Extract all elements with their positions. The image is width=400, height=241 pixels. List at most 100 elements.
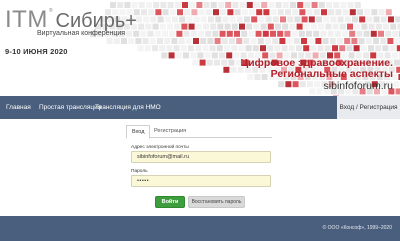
banner-grid-cell [353, 45, 360, 52]
banner-grid-cell [285, 9, 291, 16]
banner-grid-cell [239, 23, 245, 30]
email-field[interactable] [131, 151, 271, 163]
banner-grid-cell [169, 9, 176, 16]
banner-grid-cell [233, 52, 240, 59]
banner-grid-cell [275, 2, 282, 8]
password-field[interactable] [131, 175, 271, 187]
banner-grid-cell [363, 30, 370, 37]
banner-grid-cell [210, 2, 217, 8]
banner-grid-cell [155, 9, 162, 16]
banner-grid-cell [138, 23, 145, 30]
banner-grid-cell [330, 16, 337, 23]
banner-grid-cell [364, 9, 371, 16]
logo-siberia-text: Сибирь+ [55, 10, 137, 32]
banner-grid-cell [220, 9, 227, 16]
banner-grid-cell [337, 16, 344, 23]
banner-grid-cell [180, 45, 187, 52]
banner-grid-cell [287, 16, 294, 23]
banner-grid-cell [228, 59, 235, 66]
banner-grid-cell [255, 30, 262, 37]
banner-grid-cell [153, 2, 160, 8]
banner-grid-cell [316, 16, 322, 23]
banner-grid-cell [246, 23, 253, 30]
banner-grid-cell [200, 16, 207, 23]
banner-grid-cell [175, 52, 182, 59]
banner-grid-cell [262, 30, 269, 37]
banner-grid-cell [160, 2, 167, 8]
page: ITM ® Сибирь+ Виртуальная конференция 9-… [0, 0, 400, 241]
banner-grid-cell [366, 16, 373, 23]
banner-grid-cell [393, 81, 400, 88]
banner-grid-cell [217, 23, 224, 30]
banner-grid-cell [308, 38, 315, 44]
banner-grid-cell [143, 16, 150, 23]
banner-grid-cell [231, 45, 238, 52]
banner-grid-cell [157, 16, 164, 23]
logo-registered-mark: ® [48, 8, 53, 14]
banner-grid-cell [239, 2, 246, 8]
banner-grid-cell [231, 23, 238, 30]
banner-grid-cell [162, 9, 169, 16]
banner-grid-cell [147, 30, 154, 37]
banner-grid-cell [268, 2, 275, 8]
tab-login[interactable]: Вход [126, 125, 151, 139]
banner-grid-cell [164, 38, 171, 44]
banner-grid-cell [358, 38, 365, 44]
banner-grid-cell [395, 16, 400, 23]
nav-item-home[interactable]: Главная [6, 96, 31, 119]
copyright: © ООО «Консоф», 1999–2020 [322, 225, 392, 231]
banner-grid-cell [394, 38, 400, 44]
tab-register[interactable]: Регистрация [149, 125, 191, 138]
banner-grid-cell [354, 2, 361, 8]
banner-grid-cell [198, 30, 204, 37]
restore-password-button[interactable]: Восстановить пароль [188, 196, 245, 208]
banner-grid-cell [137, 45, 144, 52]
banner-grid-cell [382, 45, 389, 52]
banner-grid-cell [234, 30, 240, 37]
banner-grid-cell [368, 23, 375, 30]
banner-grid-cell [224, 45, 230, 52]
banner-grid-cell [370, 30, 377, 37]
banner-grid-cell [244, 16, 250, 23]
banner-grid-cell [238, 45, 245, 52]
banner-grid-cell [167, 2, 174, 8]
banner-grid-cell [289, 23, 296, 30]
banner-grid-cell [256, 9, 263, 16]
banner-grid-cell [236, 16, 243, 23]
banner-grid-cell [344, 16, 351, 23]
banner-grid-cell [357, 9, 363, 16]
banner-grid-cell [339, 23, 346, 30]
banner-grid-cell [177, 9, 183, 16]
nav-item-login-register[interactable]: Вход / Регистрация [337, 96, 400, 119]
banner-grid-cell [183, 52, 189, 59]
banner-grid-cell [216, 45, 223, 52]
banner-grid-cell [204, 52, 211, 59]
banner-grid-cell [232, 2, 239, 8]
nav-item-nmo-stream[interactable]: Трансляция для НМО [95, 96, 161, 119]
banner-grid-cell [248, 30, 255, 37]
banner-grid-cell [298, 30, 305, 37]
banner-grid-cell [284, 30, 291, 37]
banner-grid-cell [252, 45, 259, 52]
banner-grid-cell [356, 30, 363, 37]
banner-grid-cell [234, 9, 241, 16]
banner-grid-cell [208, 16, 214, 23]
banner-grid-cell [326, 2, 332, 8]
banner-grid-cell [253, 23, 260, 30]
banner-grid-cell [383, 23, 389, 30]
banner-grid-cell [174, 23, 181, 30]
banner-grid-cell [303, 45, 310, 52]
banner-grid-cell [303, 23, 310, 30]
banner-grid-cell [337, 38, 343, 44]
banner-grid-cell [349, 9, 356, 16]
banner-grid-cell [282, 23, 289, 30]
banner-grid-cell [288, 45, 295, 52]
nav-item-simple-stream[interactable]: Простая трансляция [39, 96, 101, 119]
login-button[interactable]: Войти [155, 196, 185, 208]
banner-grid-cell [325, 23, 332, 30]
banner-grid-cell [320, 30, 327, 37]
event-dates: 9-10 ИЮНЯ 2020 [5, 47, 68, 56]
banner-grid-cell [342, 9, 349, 16]
banner-grid-cell [211, 52, 218, 59]
banner-grid-cell [296, 23, 303, 30]
